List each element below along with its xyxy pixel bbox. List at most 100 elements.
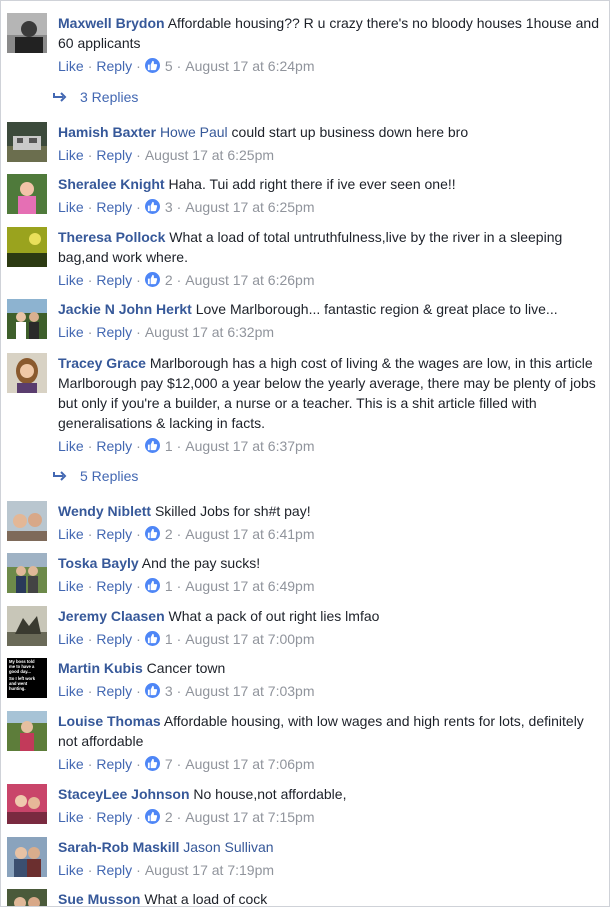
comment-author[interactable]: Tracey Grace	[58, 355, 146, 371]
comment-author[interactable]: StaceyLee Johnson	[58, 786, 190, 802]
like-reaction-icon	[144, 199, 160, 214]
avatar[interactable]	[7, 784, 47, 824]
reply-button[interactable]: Reply	[96, 578, 132, 594]
like-button[interactable]: Like	[58, 683, 84, 699]
comment-author[interactable]: Louise Thomas	[58, 713, 161, 729]
reply-button[interactable]: Reply	[96, 58, 132, 74]
avatar[interactable]	[7, 227, 47, 267]
like-button[interactable]: Like	[58, 199, 84, 215]
reaction-count[interactable]: 1	[144, 631, 173, 647]
like-button[interactable]: Like	[58, 438, 84, 454]
comment-author[interactable]: Maxwell Brydon	[58, 15, 165, 31]
comment-timestamp[interactable]: August 17 at 6:26pm	[185, 272, 314, 288]
separator: ·	[87, 631, 93, 647]
like-button[interactable]: Like	[58, 756, 84, 772]
reply-button[interactable]: Reply	[96, 683, 132, 699]
separator: ·	[136, 862, 141, 878]
reaction-count[interactable]: 5	[144, 58, 173, 74]
comment-text: Love Marlborough... fantastic region & g…	[195, 301, 558, 317]
reaction-count[interactable]: 3	[144, 683, 173, 699]
avatar[interactable]	[7, 889, 47, 906]
avatar[interactable]	[7, 553, 47, 593]
reaction-count[interactable]: 2	[144, 272, 173, 288]
like-button[interactable]: Like	[58, 324, 84, 340]
view-replies-link[interactable]: 5 Replies	[53, 467, 138, 485]
comment-timestamp[interactable]: August 17 at 6:32pm	[145, 324, 274, 340]
comment-timestamp[interactable]: August 17 at 7:00pm	[185, 631, 314, 647]
view-replies-link[interactable]: 3 Replies	[53, 88, 138, 106]
comment-timestamp[interactable]: August 17 at 6:25pm	[185, 199, 314, 215]
comment-author[interactable]: Sarah-Rob Maskill	[58, 839, 179, 855]
avatar[interactable]	[7, 299, 47, 339]
reaction-count[interactable]: 3	[144, 199, 173, 215]
comment-timestamp[interactable]: August 17 at 7:06pm	[185, 756, 314, 772]
reply-button[interactable]: Reply	[96, 272, 132, 288]
like-button[interactable]: Like	[58, 58, 84, 74]
reaction-count[interactable]: 2	[144, 526, 173, 542]
like-button[interactable]: Like	[58, 147, 84, 163]
comment-author[interactable]: Wendy Niblett	[58, 503, 151, 519]
like-button[interactable]: Like	[58, 809, 84, 825]
avatar[interactable]	[7, 837, 47, 877]
comment-author[interactable]: Toska Bayly	[58, 555, 139, 571]
comment-author[interactable]: Jackie N John Herkt	[58, 301, 192, 317]
like-button[interactable]: Like	[58, 631, 84, 647]
comment-text: What a load of cock	[144, 891, 268, 907]
like-button[interactable]: Like	[58, 862, 84, 878]
reply-button[interactable]: Reply	[96, 756, 132, 772]
reply-button[interactable]: Reply	[96, 147, 132, 163]
avatar[interactable]	[7, 174, 47, 214]
comment-timestamp[interactable]: August 17 at 6:49pm	[185, 578, 314, 594]
avatar[interactable]	[7, 711, 47, 751]
comment-text: Haha. Tui add right there if ive ever se…	[168, 176, 456, 192]
comment-author[interactable]: Martin Kubis	[58, 660, 143, 676]
comment-timestamp[interactable]: August 17 at 7:03pm	[185, 683, 314, 699]
comment-timestamp[interactable]: August 17 at 7:19pm	[145, 862, 274, 878]
comment-actions: Like · Reply · 1 · August 17 at 7:00pm	[58, 629, 603, 649]
comment-text: No house,not affordable,	[193, 786, 347, 802]
avatar[interactable]: My boss told me to have a good day... So…	[7, 658, 47, 698]
reply-arrow-icon	[53, 92, 67, 102]
comment-actions: Like · Reply · 2 · August 17 at 6:26pm	[58, 270, 603, 290]
comment-author[interactable]: Theresa Pollock	[58, 229, 165, 245]
avatar[interactable]	[7, 122, 47, 162]
reply-button[interactable]: Reply	[96, 631, 132, 647]
avatar[interactable]	[7, 606, 47, 646]
comment-timestamp[interactable]: August 17 at 6:24pm	[185, 58, 314, 74]
separator: ·	[87, 526, 93, 542]
comment-timestamp[interactable]: August 17 at 6:41pm	[185, 526, 314, 542]
separator: ·	[136, 272, 141, 288]
comment-timestamp[interactable]: August 17 at 6:37pm	[185, 438, 314, 454]
comment-timestamp[interactable]: August 17 at 6:25pm	[145, 147, 274, 163]
comment-timestamp[interactable]: August 17 at 7:15pm	[185, 809, 314, 825]
like-button[interactable]: Like	[58, 526, 84, 542]
like-reaction-icon	[144, 58, 160, 73]
reply-button[interactable]: Reply	[96, 862, 132, 878]
avatar[interactable]	[7, 501, 47, 541]
separator: ·	[87, 272, 93, 288]
like-button[interactable]: Like	[58, 578, 84, 594]
comment-text: And the pay sucks!	[141, 555, 261, 571]
comment-author[interactable]: Sue Musson	[58, 891, 140, 906]
reply-button[interactable]: Reply	[96, 438, 132, 454]
mention-tag[interactable]: Howe Paul	[160, 124, 228, 140]
separator: ·	[87, 58, 93, 74]
comment-author[interactable]: Jeremy Claasen	[58, 608, 165, 624]
comment-actions: Like · Reply · 2 · August 17 at 7:15pm	[58, 807, 603, 827]
mention-tag[interactable]: Jason Sullivan	[183, 839, 273, 855]
reaction-count[interactable]: 2	[144, 809, 173, 825]
reaction-count[interactable]: 7	[144, 756, 173, 772]
comment-author[interactable]: Hamish Baxter	[58, 124, 156, 140]
reaction-count[interactable]: 1	[144, 438, 173, 454]
like-button[interactable]: Like	[58, 272, 84, 288]
reply-button[interactable]: Reply	[96, 526, 132, 542]
reaction-count[interactable]: 1	[144, 578, 173, 594]
reply-button[interactable]: Reply	[96, 324, 132, 340]
reply-button[interactable]: Reply	[96, 199, 132, 215]
reply-button[interactable]: Reply	[96, 809, 132, 825]
avatar[interactable]	[7, 353, 47, 393]
separator: ·	[176, 631, 182, 647]
separator: ·	[87, 199, 93, 215]
avatar[interactable]	[7, 13, 47, 53]
comment-author[interactable]: Sheralee Knight	[58, 176, 165, 192]
